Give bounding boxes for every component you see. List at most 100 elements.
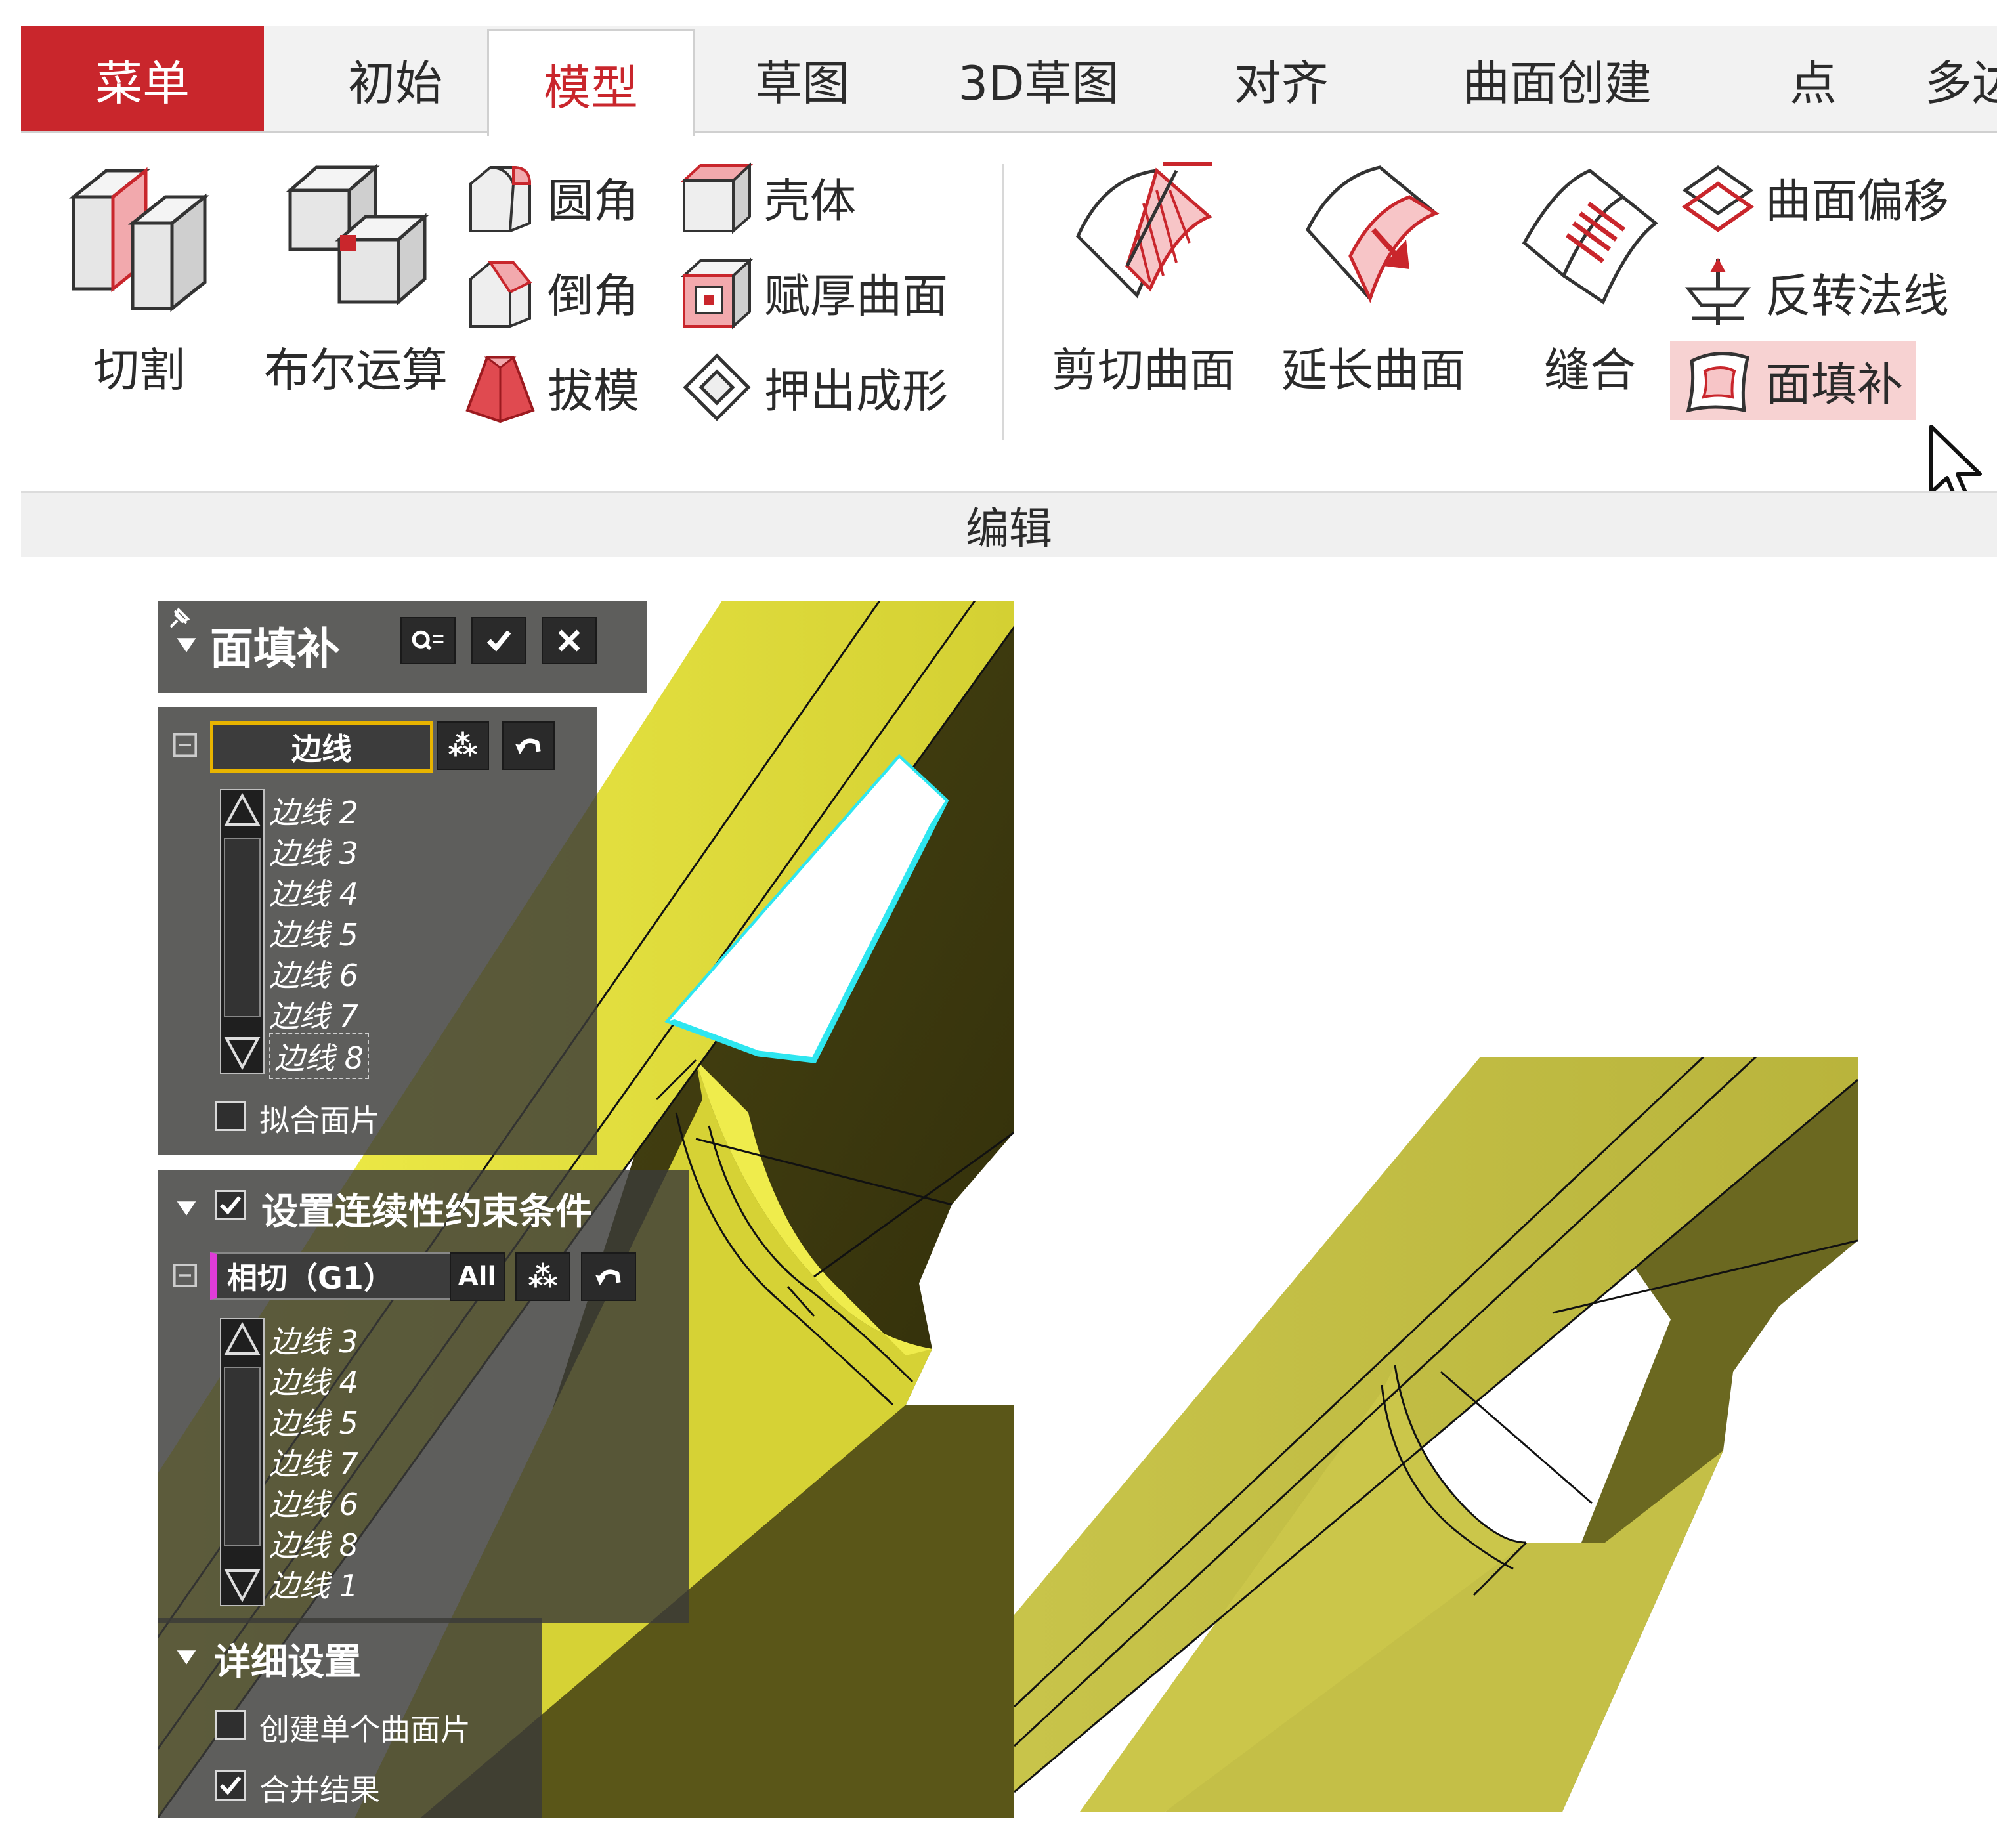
undo-button[interactable] — [502, 721, 555, 770]
pick-button[interactable] — [400, 617, 456, 664]
reverse-normal-button[interactable]: 反转法线 — [1679, 253, 1949, 331]
draft-button[interactable]: 拔模 — [461, 348, 639, 427]
undo-button[interactable] — [581, 1252, 636, 1301]
model-after-graphic — [1014, 1057, 1858, 1812]
check-icon — [219, 1196, 242, 1215]
list-item[interactable]: 边线 8 — [269, 1522, 358, 1565]
scroll-thumb[interactable] — [224, 1367, 261, 1546]
viewport-after[interactable] — [1014, 1057, 1858, 1812]
edge-panel: 边线 ⁂ 边线 2 边线 3 边线 4 边线 5 边线 6 边线 7 边线 8 拟合面片 — [158, 707, 597, 1155]
clear-button[interactable]: ⁂ — [515, 1252, 570, 1301]
list-item[interactable]: 边线 2 — [269, 789, 358, 832]
list-item[interactable]: 边线 4 — [269, 1359, 358, 1402]
ribbon-separator — [1002, 164, 1004, 440]
fillet-button[interactable]: 圆角 — [461, 158, 639, 236]
undo-icon — [595, 1269, 621, 1286]
detail-title: 详细设置 — [214, 1641, 361, 1684]
close-icon — [558, 629, 580, 652]
fillet-label: 圆角 — [547, 173, 639, 228]
list-item[interactable]: 边线 5 — [269, 911, 358, 954]
boolean-button[interactable]: 布尔运算 — [238, 158, 474, 400]
fillet-icon — [469, 165, 532, 232]
fill-face-button[interactable]: 面填补 — [1670, 341, 1916, 420]
extend-surface-label: 延长曲面 — [1281, 343, 1465, 397]
shell-label: 壳体 — [764, 173, 856, 228]
continuity-checkbox[interactable] — [215, 1190, 246, 1220]
collapse-arrow-icon[interactable] — [175, 1646, 198, 1669]
list-item[interactable]: 边线 6 — [269, 1481, 358, 1524]
boolean-icon — [286, 163, 429, 306]
thicken-button[interactable]: 赋厚曲面 — [677, 253, 948, 331]
select-all-button[interactable]: All — [450, 1252, 505, 1301]
cancel-button[interactable] — [542, 617, 597, 664]
check-icon — [219, 1776, 242, 1795]
list-item[interactable]: 边线 4 — [269, 870, 358, 914]
shell-button[interactable]: 壳体 — [677, 158, 856, 236]
collapse-box-icon[interactable] — [173, 1264, 197, 1287]
merge-result-checkbox[interactable] — [215, 1770, 246, 1801]
scroll-up-icon[interactable] — [221, 1319, 263, 1359]
list-item[interactable]: 边线 3 — [269, 830, 358, 873]
fit-patch-label: 拟合面片 — [259, 1103, 380, 1138]
edge-list-scrollbar[interactable] — [220, 789, 265, 1074]
extend-surface-button[interactable]: 延长曲面 — [1262, 158, 1485, 400]
draft-icon — [465, 356, 535, 423]
asterisk-icon: ⁂ — [528, 1260, 558, 1294]
emboss-icon — [683, 353, 751, 421]
list-item[interactable]: 边线 1 — [269, 1562, 358, 1606]
tab-bar: 菜单 初始 模型 草图 3D草图 对齐 曲面创建 点 多边 — [21, 26, 1997, 136]
draft-label: 拔模 — [547, 364, 639, 418]
stitch-label: 缝合 — [1544, 343, 1636, 397]
thicken-label: 赋厚曲面 — [764, 268, 948, 323]
pin-icon[interactable] — [165, 606, 192, 632]
emboss-button[interactable]: 押出成形 — [677, 348, 948, 427]
single-patch-label: 创建单个曲面片 — [259, 1712, 471, 1747]
collapse-arrow-icon[interactable] — [175, 1197, 198, 1220]
scroll-thumb[interactable] — [224, 838, 261, 1017]
tab-align[interactable]: 对齐 — [1183, 26, 1380, 131]
cut-label: 切割 — [93, 343, 185, 397]
ok-button[interactable] — [471, 617, 526, 664]
tab-menu[interactable]: 菜单 — [21, 26, 264, 131]
trim-surface-button[interactable]: 剪切曲面 — [1032, 158, 1255, 400]
shell-icon — [680, 162, 754, 234]
tab-initial[interactable]: 初始 — [284, 26, 507, 131]
extend-surface-icon — [1305, 165, 1440, 303]
clear-button[interactable]: ⁂ — [437, 721, 489, 770]
group-label-edit: 编辑 — [21, 491, 1997, 557]
check-icon — [486, 630, 511, 652]
list-item[interactable]: 边线 6 — [269, 952, 358, 995]
scroll-up-icon[interactable] — [221, 790, 263, 830]
stitch-button[interactable]: 缝合 — [1498, 158, 1682, 400]
continuity-title: 设置连续性约束条件 — [261, 1191, 592, 1233]
list-item[interactable]: 边线 5 — [269, 1399, 358, 1443]
undo-icon — [515, 738, 541, 755]
fill-face-icon — [1686, 352, 1749, 413]
list-item[interactable]: 边线 8 — [269, 1033, 369, 1079]
chamfer-label: 倒角 — [547, 268, 639, 323]
emboss-label: 押出成形 — [764, 364, 948, 418]
fill-face-title-panel: 面填补 — [158, 601, 647, 693]
tab-point[interactable]: 点 — [1741, 26, 1885, 131]
tab-surface-create[interactable]: 曲面创建 — [1432, 26, 1682, 131]
tab-polygon[interactable]: 多边 — [1925, 26, 1997, 131]
scroll-down-icon[interactable] — [221, 1033, 263, 1073]
cut-button[interactable]: 切割 — [54, 158, 225, 400]
tab-model[interactable]: 模型 — [487, 29, 695, 136]
tab-3d-sketch[interactable]: 3D草图 — [927, 26, 1150, 131]
collapse-box-icon[interactable] — [173, 733, 197, 757]
list-item[interactable]: 边线 7 — [269, 992, 358, 1036]
chamfer-button[interactable]: 倒角 — [461, 253, 639, 331]
single-patch-checkbox[interactable] — [215, 1710, 246, 1740]
viewport-before[interactable]: 面填补 边线 ⁂ 边线 2 边线 3 边线 4 边线 5 边线 6 边线 7 边线 8 拟合… — [158, 601, 1014, 1818]
continuity-list-scrollbar[interactable] — [220, 1318, 265, 1606]
fit-patch-checkbox[interactable] — [215, 1101, 246, 1131]
tab-sketch[interactable]: 草图 — [704, 26, 901, 131]
collapse-arrow-icon[interactable] — [175, 633, 198, 657]
list-item[interactable]: 边线 3 — [269, 1318, 358, 1361]
scroll-down-icon[interactable] — [221, 1566, 263, 1605]
list-item[interactable]: 边线 7 — [269, 1440, 358, 1483]
edge-select-field[interactable]: 边线 — [210, 721, 433, 773]
offset-surface-button[interactable]: 曲面偏移 — [1679, 158, 1949, 236]
continuity-type-field[interactable]: 相切（G1） — [210, 1252, 452, 1300]
